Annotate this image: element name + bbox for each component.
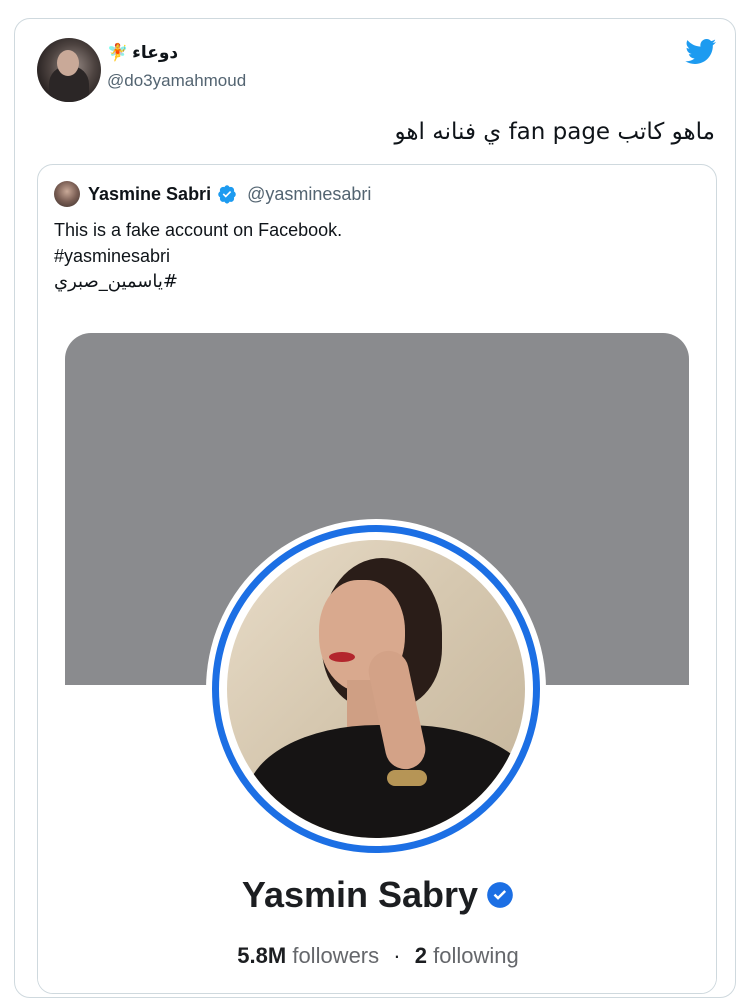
author-handle[interactable]: @do3yamahmoud [107,71,246,91]
following-label: following [433,943,519,968]
author-name-row[interactable]: 🧚 دوعاء [107,43,178,63]
quoted-author-name[interactable]: Yasmine Sabri [88,184,211,205]
profile-picture-ring [212,525,540,853]
facebook-profile-picture [206,519,546,859]
twitter-bird-icon[interactable] [685,39,717,65]
quoted-author-avatar[interactable] [54,181,80,207]
facebook-profile-name: Yasmin Sabry [241,874,479,915]
verified-badge-icon [487,882,513,908]
photo-lips [329,652,355,662]
avatar-face [57,50,79,76]
facebook-stats: 5.8M followers · 2 following [38,943,716,969]
followers-count: 5.8M [237,943,287,968]
quoted-tweet-text: This is a fake account on Facebook. #yas… [54,217,342,295]
quoted-line: This is a fake account on Facebook. [54,220,343,240]
stats-separator: · [393,943,401,968]
attached-image[interactable]: Yasmin Sabry 5.8M followers · 2 followin… [38,331,716,993]
tweet-text: ماهو كاتب fan page ي فنانه اهو [394,119,715,145]
facebook-name-row: Yasmin Sabry [38,874,716,916]
followers-label: followers [292,943,380,968]
profile-photo [227,540,525,838]
author-name[interactable]: دوعاء [132,43,178,63]
quoted-author-row[interactable]: Yasmine Sabri @yasminesabri [88,181,371,207]
author-emoji: 🧚 [107,43,129,62]
photo-watch [387,770,427,786]
verified-badge-icon [218,185,236,204]
quoted-tweet[interactable]: Yasmine Sabri @yasminesabri This is a fa… [37,164,717,994]
following-count: 2 [414,943,427,968]
hashtag-link[interactable]: #ياسمين_صبري [54,269,342,295]
tweet-card[interactable]: 🧚 دوعاء @do3yamahmoud ماهو كاتب fan page… [14,18,736,998]
author-avatar[interactable] [37,38,101,102]
hashtag-link[interactable]: #yasminesabri [54,243,342,269]
quoted-author-handle[interactable]: @yasminesabri [247,184,371,205]
